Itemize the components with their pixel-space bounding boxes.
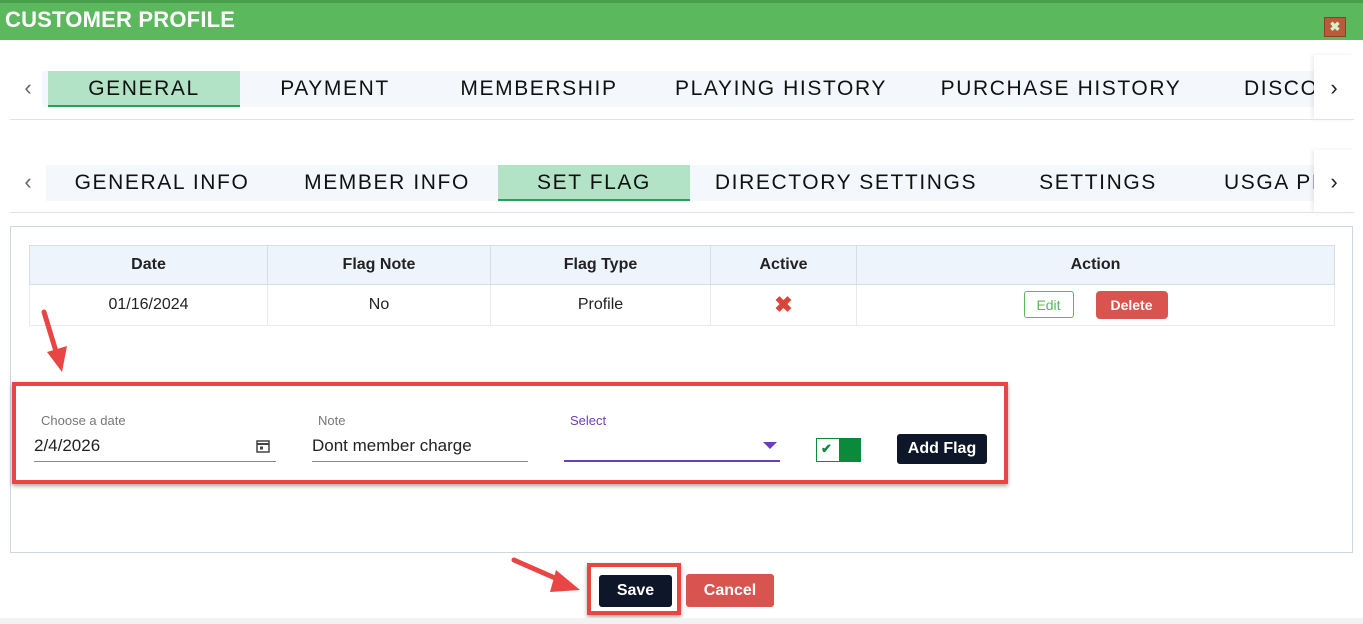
tab-set-flag[interactable]: SET FLAG bbox=[498, 165, 690, 201]
calendar-icon[interactable] bbox=[256, 439, 270, 453]
cell-action: Edit Delete bbox=[856, 284, 1335, 326]
flag-type-select[interactable] bbox=[564, 430, 780, 460]
x-mark-icon: ✖ bbox=[774, 292, 793, 317]
header-date: Date bbox=[29, 245, 268, 285]
chevron-left-icon: ‹ bbox=[24, 169, 32, 194]
note-input-underline bbox=[312, 461, 528, 462]
save-button[interactable]: Save bbox=[599, 575, 672, 607]
sub-tabs-divider bbox=[10, 212, 1354, 213]
flag-type-select-underline bbox=[564, 460, 780, 462]
cell-flag-note: No bbox=[267, 284, 491, 326]
tab-disco[interactable]: DISCO bbox=[1230, 71, 1314, 107]
header-flag-type: Flag Type bbox=[490, 245, 711, 285]
caret-down-icon bbox=[763, 442, 777, 449]
chevron-left-icon: ‹ bbox=[24, 75, 32, 100]
tab-general-info[interactable]: GENERAL INFO bbox=[56, 165, 268, 201]
main-tabs-next-button[interactable]: › bbox=[1322, 75, 1346, 101]
main-tabs-prev-button[interactable]: ‹ bbox=[16, 75, 40, 101]
flag-type-select-label: Select bbox=[570, 413, 607, 428]
note-input[interactable]: Dont member charge bbox=[312, 436, 526, 456]
table-row: 01/16/2024 No Profile ✖ Edit Delete bbox=[29, 284, 1335, 326]
cell-flag-type: Profile bbox=[490, 284, 711, 326]
table-header-row: Date Flag Note Flag Type Active Action bbox=[29, 245, 1335, 285]
sub-tabs-next-button[interactable]: › bbox=[1322, 169, 1346, 195]
chevron-right-icon: › bbox=[1330, 75, 1338, 100]
annotation-arrow-icon bbox=[41, 309, 67, 372]
tab-playing-history[interactable]: PLAYING HISTORY bbox=[660, 71, 902, 107]
tab-general[interactable]: GENERAL bbox=[48, 71, 240, 107]
cell-active: ✖ bbox=[710, 284, 857, 326]
close-button[interactable]: ✖ bbox=[1324, 17, 1346, 37]
edit-button[interactable]: Edit bbox=[1023, 291, 1074, 318]
date-field-label: Choose a date bbox=[41, 413, 126, 428]
chevron-right-icon: › bbox=[1330, 169, 1338, 194]
tab-member-info[interactable]: MEMBER INFO bbox=[284, 165, 490, 201]
tab-membership[interactable]: MEMBERSHIP bbox=[438, 71, 640, 107]
annotation-highlight-box bbox=[12, 382, 1008, 484]
sub-tabs-prev-button[interactable]: ‹ bbox=[16, 169, 40, 195]
delete-button[interactable]: Delete bbox=[1095, 291, 1168, 319]
tab-payment[interactable]: PAYMENT bbox=[252, 71, 418, 107]
main-tabs-divider bbox=[10, 119, 1354, 120]
date-input[interactable]: 2/4/2026 bbox=[34, 436, 244, 456]
header-top-border bbox=[0, 0, 1363, 3]
annotation-arrow-icon bbox=[511, 557, 580, 592]
cancel-button[interactable]: Cancel bbox=[686, 574, 774, 607]
tab-settings[interactable]: SETTINGS bbox=[1016, 165, 1180, 201]
toggle-knob bbox=[839, 439, 860, 461]
dialog-bottom-edge bbox=[0, 618, 1363, 624]
tab-usga[interactable]: USGA PI bbox=[1210, 165, 1314, 201]
header-action: Action bbox=[856, 245, 1335, 285]
flags-table: Date Flag Note Flag Type Active Action 0… bbox=[29, 245, 1335, 326]
check-icon: ✔ bbox=[821, 441, 832, 456]
header-active: Active bbox=[710, 245, 857, 285]
tab-purchase-history[interactable]: PURCHASE HISTORY bbox=[922, 71, 1200, 107]
dialog-title: CUSTOMER PROFILE bbox=[5, 7, 236, 32]
note-field-label: Note bbox=[318, 413, 346, 428]
date-input-underline bbox=[34, 461, 276, 462]
header-flag-note: Flag Note bbox=[267, 245, 491, 285]
close-icon: ✖ bbox=[1329, 19, 1341, 34]
active-toggle[interactable]: ✔ bbox=[816, 438, 861, 462]
add-flag-button[interactable]: Add Flag bbox=[897, 434, 987, 464]
tab-directory-settings[interactable]: DIRECTORY SETTINGS bbox=[704, 165, 988, 201]
